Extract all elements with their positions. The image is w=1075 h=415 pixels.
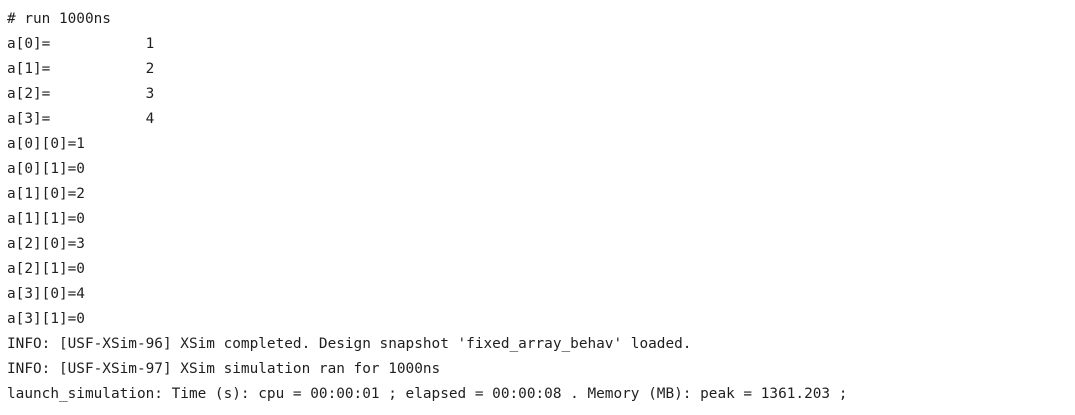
console-line: a[3][0]=4: [7, 286, 85, 302]
console-line: a[2]= 3: [7, 86, 155, 102]
tcl-console-output[interactable]: 0 J # run 1000ns a[0]= 1 a[1]= 2 a[2]= 3…: [0, 0, 1075, 415]
console-line: a[0][1]=0: [7, 161, 85, 177]
console-line: a[3][1]=0: [7, 311, 85, 327]
console-log: # run 1000ns a[0]= 1 a[1]= 2 a[2]= 3 a[3…: [7, 7, 847, 407]
console-line-info-completed: INFO: [USF-XSim-96] XSim completed. Desi…: [7, 336, 692, 352]
console-line-clipped: 0 J: [7, 0, 33, 4]
console-line: a[1][1]=0: [7, 211, 85, 227]
console-line-info-ran: INFO: [USF-XSim-97] XSim simulation ran …: [7, 361, 441, 377]
console-line: a[1][0]=2: [7, 186, 85, 202]
console-line: a[2][1]=0: [7, 261, 85, 277]
console-line: a[0]= 1: [7, 36, 155, 52]
console-line: a[0][0]=1: [7, 136, 85, 152]
console-line: a[3]= 4: [7, 111, 155, 127]
console-line-launch-simulation: launch_simulation: Time (s): cpu = 00:00…: [7, 386, 848, 402]
console-line-run-command: # run 1000ns: [7, 11, 111, 27]
console-line: a[2][0]=3: [7, 236, 85, 252]
console-line: a[1]= 2: [7, 61, 155, 77]
